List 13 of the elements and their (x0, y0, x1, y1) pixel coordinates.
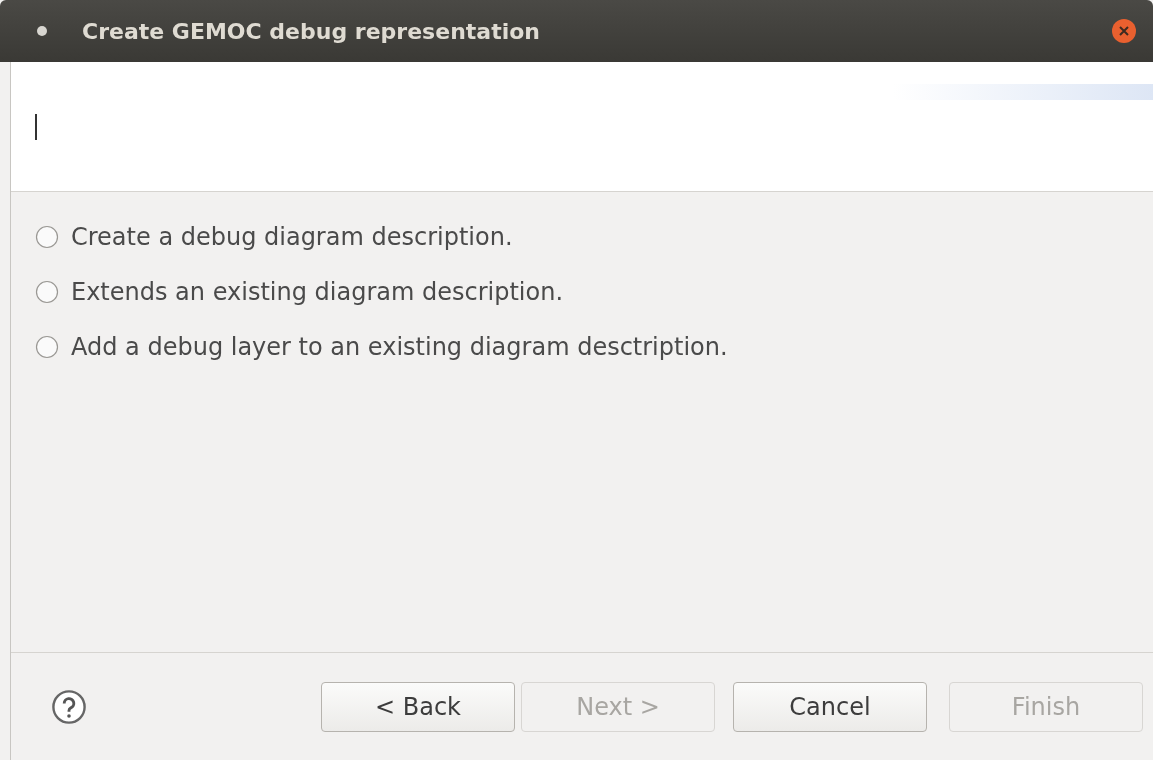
help-icon[interactable] (51, 688, 87, 725)
radio-option[interactable]: Add a debug layer to an existing diagram desctription. (35, 332, 1153, 362)
text-cursor-icon (35, 113, 37, 140)
window-title: Create GEMOC debug representation (82, 17, 540, 46)
radio-button[interactable] (35, 280, 59, 304)
close-icon[interactable] (1111, 18, 1137, 44)
radio-option[interactable]: Create a debug diagram description. (35, 222, 1153, 252)
radio-button[interactable] (35, 335, 59, 359)
radio-button[interactable] (35, 225, 59, 249)
radio-option[interactable]: Extends an existing diagram description. (35, 277, 1153, 307)
dialog-button[interactable]: Cancel (733, 681, 927, 732)
dialog-button[interactable]: < Back (321, 681, 515, 732)
window-menu-icon[interactable] (36, 25, 48, 37)
